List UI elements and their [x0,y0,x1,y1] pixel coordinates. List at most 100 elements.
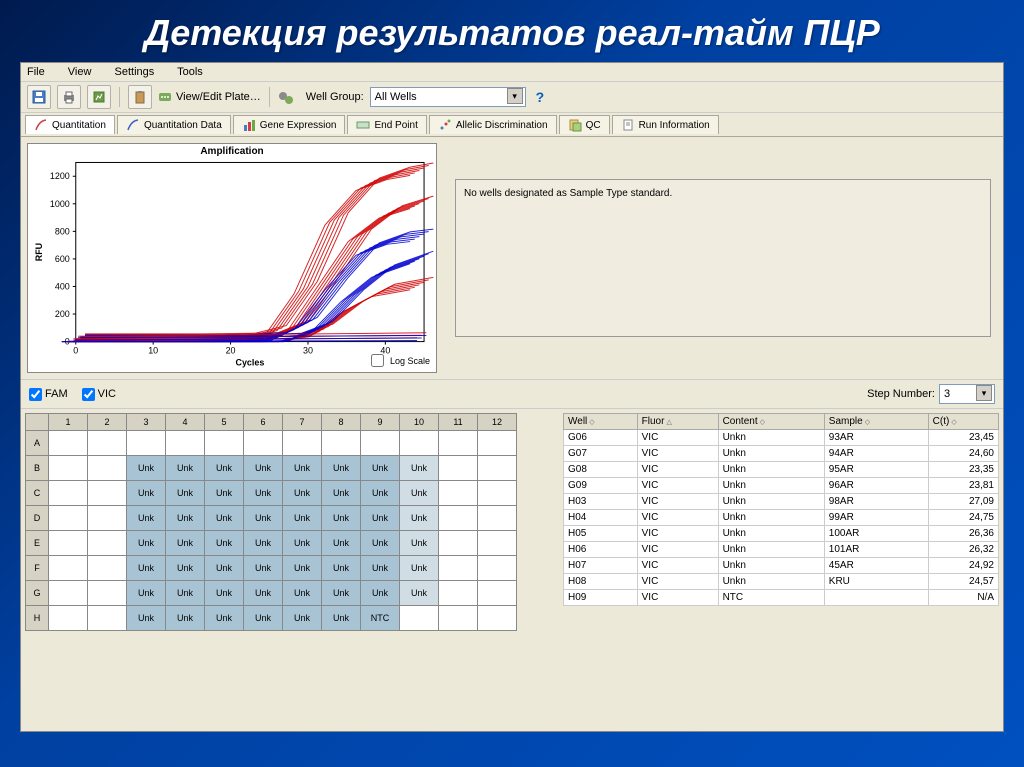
plate-well[interactable]: Unk [205,481,244,506]
plate-well-empty[interactable] [439,556,478,581]
table-row[interactable]: G09VICUnkn96AR23,81 [564,478,999,494]
log-scale-checkbox[interactable]: Log Scale [367,351,430,370]
plate-well[interactable]: Unk [400,581,439,606]
plate-well[interactable]: Unk [244,556,283,581]
plate-well[interactable]: Unk [322,456,361,481]
plate-well[interactable]: Unk [166,506,205,531]
plate-well-empty[interactable] [478,606,517,631]
plate-well[interactable]: Unk [361,456,400,481]
plate-well[interactable]: Unk [322,556,361,581]
plate-well-empty[interactable] [49,431,88,456]
plate-well[interactable]: Unk [361,506,400,531]
plate-well[interactable]: Unk [127,481,166,506]
plate-well[interactable]: Unk [127,581,166,606]
plate-well-empty[interactable] [49,481,88,506]
plate-well[interactable]: Unk [283,556,322,581]
table-row[interactable]: H04VICUnkn99AR24,75 [564,510,999,526]
plate-well-empty[interactable] [439,481,478,506]
tab-quantitation-data[interactable]: Quantitation Data [117,115,231,134]
plate-well[interactable]: Unk [166,481,205,506]
tab-end-point[interactable]: End Point [347,115,426,134]
plate-well-empty[interactable] [49,506,88,531]
plate-well-empty[interactable] [439,581,478,606]
plate-well-empty[interactable] [400,606,439,631]
plate-well[interactable]: Unk [400,456,439,481]
plate-well[interactable]: NTC [361,606,400,631]
table-row[interactable]: H05VICUnkn100AR26,36 [564,526,999,542]
plate-well[interactable]: Unk [244,581,283,606]
plate-well[interactable]: Unk [283,531,322,556]
table-row[interactable]: H08VICUnknKRU24,57 [564,574,999,590]
data-table[interactable]: Well◇Fluor△Content◇Sample◇C(t)◇G06VICUnk… [563,413,999,606]
plate-well-empty[interactable] [439,606,478,631]
tab-quantitation[interactable]: Quantitation [25,115,115,134]
plate-well[interactable]: Unk [244,456,283,481]
plate-well-empty[interactable] [439,431,478,456]
menu-settings[interactable]: Settings [115,66,155,78]
plate-well-empty[interactable] [49,531,88,556]
plate-well-empty[interactable] [322,431,361,456]
tab-gene-expression[interactable]: Gene Expression [233,115,346,134]
table-row[interactable]: H07VICUnkn45AR24,92 [564,558,999,574]
plate-well[interactable]: Unk [244,506,283,531]
table-row[interactable]: H09VICNTCN/A [564,590,999,606]
th-fluor[interactable]: Fluor△ [637,414,718,430]
plate-well-empty[interactable] [478,506,517,531]
plate-well[interactable]: Unk [205,556,244,581]
well-group-select[interactable]: All Wells [370,87,526,107]
plate-well[interactable]: Unk [322,606,361,631]
print-button[interactable] [57,85,81,109]
plate-well[interactable]: Unk [166,556,205,581]
th-well[interactable]: Well◇ [564,414,638,430]
plate-well[interactable]: Unk [166,531,205,556]
table-row[interactable]: H03VICUnkn98AR27,09 [564,494,999,510]
plate-well-empty[interactable] [244,431,283,456]
plate-well-empty[interactable] [478,581,517,606]
plate-well[interactable]: Unk [205,506,244,531]
plate-well-empty[interactable] [478,481,517,506]
plate-well-empty[interactable] [127,431,166,456]
plate-well[interactable]: Unk [322,581,361,606]
clipboard-button[interactable] [128,85,152,109]
table-row[interactable]: G06VICUnkn93AR23,45 [564,430,999,446]
plate-well[interactable]: Unk [166,581,205,606]
plate-well[interactable]: Unk [400,506,439,531]
plate-well-empty[interactable] [478,456,517,481]
th-content[interactable]: Content◇ [718,414,824,430]
plate-well[interactable]: Unk [283,606,322,631]
plate-well-empty[interactable] [88,481,127,506]
plate-well[interactable]: Unk [283,506,322,531]
menu-file[interactable]: File [27,66,45,78]
plate-well-empty[interactable] [478,531,517,556]
help-button[interactable]: ? [536,89,545,105]
plate-well-empty[interactable] [166,431,205,456]
plate-well[interactable]: Unk [361,481,400,506]
plate-well[interactable]: Unk [283,481,322,506]
plate-well[interactable]: Unk [205,531,244,556]
plate-well-empty[interactable] [88,506,127,531]
plate-well-empty[interactable] [49,556,88,581]
th-cq[interactable]: C(t)◇ [928,414,998,430]
plate-well[interactable]: Unk [127,506,166,531]
menu-tools[interactable]: Tools [177,66,203,78]
plate-well[interactable]: Unk [244,606,283,631]
plate-grid[interactable]: 123456789101112ABUnkUnkUnkUnkUnkUnkUnkUn… [25,413,517,631]
plate-well-empty[interactable] [400,431,439,456]
amplification-chart[interactable]: Amplification 02004006008001000120001020… [27,143,437,373]
plate-well[interactable]: Unk [283,456,322,481]
plate-well[interactable]: Unk [361,531,400,556]
plate-well[interactable]: Unk [400,531,439,556]
plate-well-empty[interactable] [88,431,127,456]
table-row[interactable]: G08VICUnkn95AR23,35 [564,462,999,478]
plate-well-empty[interactable] [283,431,322,456]
plate-well[interactable]: Unk [322,506,361,531]
plate-well[interactable]: Unk [166,606,205,631]
report-button[interactable] [87,85,111,109]
plate-well[interactable]: Unk [205,456,244,481]
plate-well[interactable]: Unk [127,606,166,631]
step-number-select[interactable]: 3 [939,384,995,404]
tab-qc[interactable]: QC [559,115,610,134]
plate-well-empty[interactable] [439,531,478,556]
plate-well[interactable]: Unk [127,456,166,481]
plate-well-empty[interactable] [49,456,88,481]
